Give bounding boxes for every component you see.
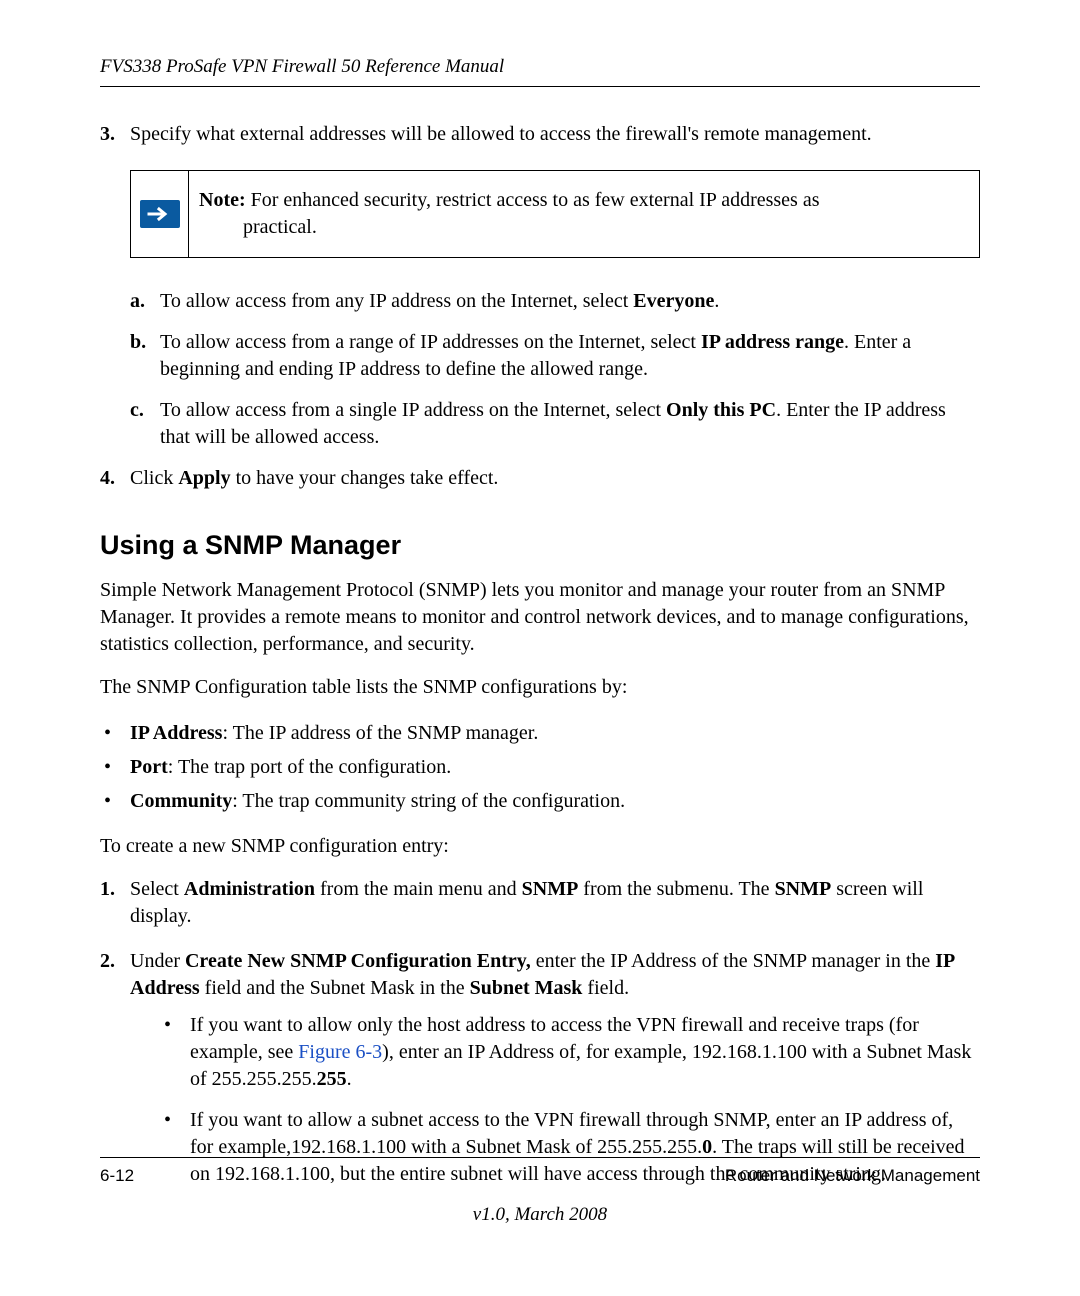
step-text: Specify what external addresses will be … [130,121,980,148]
substep-text: To allow access from a single IP address… [160,397,980,451]
bullet-icon: • [100,785,130,817]
bullet-list: • IP Address: The IP address of the SNMP… [100,717,980,817]
step-marker: 4. [100,465,130,492]
step-marker: 1. [100,876,130,930]
running-header: FVS338 ProSafe VPN Firewall 50 Reference… [100,56,980,87]
doc-version: v1.0, March 2008 [100,1204,980,1226]
list-item: • If you want to allow only the host add… [160,1012,980,1093]
page-number: 6-12 [100,1166,134,1186]
bullet-icon: • [160,1012,190,1093]
paragraph: To create a new SNMP configuration entry… [100,833,980,860]
substep-marker: c. [130,397,160,451]
substep-text: To allow access from any IP address on t… [160,288,980,315]
note-box: Note: For enhanced security, restrict ac… [130,170,980,258]
step-3: 3. Specify what external addresses will … [100,121,980,148]
document-page: FVS338 ProSafe VPN Firewall 50 Reference… [0,0,1080,1296]
substeps: a. To allow access from any IP address o… [130,288,980,451]
substep-marker: b. [130,329,160,383]
note-line1: For enhanced security, restrict access t… [246,189,820,211]
substep-c: c. To allow access from a single IP addr… [130,397,980,451]
substep-text: To allow access from a range of IP addre… [160,329,980,383]
section-heading: Using a SNMP Manager [100,530,980,561]
list-item: • Port: The trap port of the configurati… [100,751,980,783]
bullet-icon: • [100,717,130,749]
note-text: Note: For enhanced security, restrict ac… [189,171,834,257]
create-step-1: 1. Select Administration from the main m… [100,876,980,930]
paragraph: Simple Network Management Protocol (SNMP… [100,577,980,658]
note-label: Note: [199,189,246,211]
substep-b: b. To allow access from a range of IP ad… [130,329,980,383]
page-footer: 6-12 Router and Network Management v1.0,… [100,1157,980,1226]
figure-link[interactable]: Figure 6-3 [298,1041,382,1063]
substep-a: a. To allow access from any IP address o… [130,288,980,315]
step-marker: 3. [100,121,130,148]
note-line2: practical. [243,214,820,241]
note-icon-cell [131,171,189,257]
paragraph: The SNMP Configuration table lists the S… [100,674,980,701]
chapter-title: Router and Network Management [725,1166,980,1186]
step-text: Select Administration from the main menu… [130,876,980,930]
step-text: Click Apply to have your changes take ef… [130,465,980,492]
list-item: • Community: The trap community string o… [100,785,980,817]
list-item: • IP Address: The IP address of the SNMP… [100,717,980,749]
step-4: 4. Click Apply to have your changes take… [100,465,980,492]
substep-marker: a. [130,288,160,315]
arrow-right-icon [140,200,180,228]
bullet-icon: • [100,751,130,783]
